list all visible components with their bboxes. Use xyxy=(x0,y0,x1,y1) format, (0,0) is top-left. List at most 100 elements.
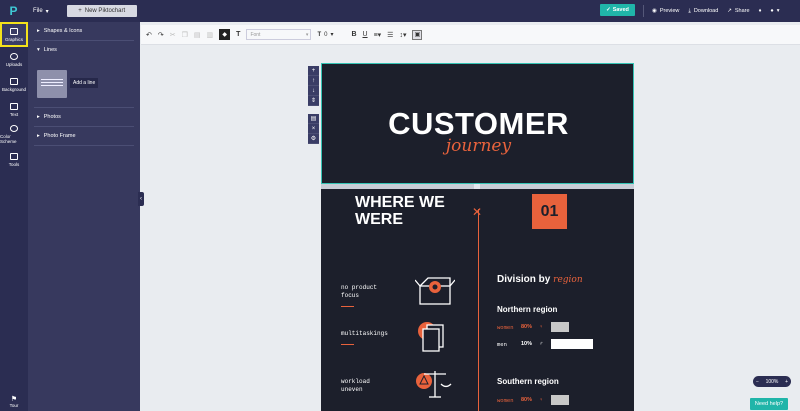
female-icon: ♀ xyxy=(539,397,544,403)
panel-section-photo-frame[interactable]: ▸ Photo Frame xyxy=(28,127,140,145)
file-menu[interactable]: File ▾ xyxy=(33,8,49,15)
move-down-button[interactable]: ↓ xyxy=(308,86,319,96)
text-icon xyxy=(10,102,18,110)
division-heading[interactable]: Division by region xyxy=(497,274,583,285)
chevron-down-icon: ▾ xyxy=(37,47,40,53)
block-settings-button[interactable]: ⚙ xyxy=(308,134,319,144)
rail-item-color-scheme[interactable]: Color Scheme xyxy=(0,122,28,147)
stat-row[interactable]: women 80% ♀ xyxy=(497,322,611,332)
list-item[interactable]: multitaskings xyxy=(341,330,388,338)
piktochart-logo-icon[interactable]: P xyxy=(0,0,27,22)
number-badge[interactable]: 01 xyxy=(532,194,567,229)
chevron-down-icon: ▾ xyxy=(776,8,780,14)
stat-row[interactable]: men 10% ♂ xyxy=(497,339,611,349)
division-title: Division by xyxy=(497,274,551,285)
chevron-right-icon: ▸ xyxy=(37,28,40,34)
stat-label: women xyxy=(497,396,514,404)
arrow-down-icon: ↓ xyxy=(312,87,315,94)
undo-button[interactable]: ↶ xyxy=(146,31,152,39)
gear-icon: ⚙ xyxy=(310,136,317,142)
rail-item-label: Graphics xyxy=(4,36,23,42)
need-help-button[interactable]: Need help? xyxy=(750,398,788,410)
paste-button[interactable]: ▤ xyxy=(194,31,201,39)
rail-item-graphics[interactable]: Graphics xyxy=(0,22,28,47)
add-block-button[interactable]: + xyxy=(308,66,319,76)
panel-section-label: Lines xyxy=(43,47,57,53)
rail-item-label: Uploads xyxy=(5,61,23,67)
list-item[interactable]: workload uneven xyxy=(341,378,370,394)
rail-item-tools[interactable]: Tools xyxy=(0,147,28,172)
delete-button[interactable]: ▥ xyxy=(207,31,214,39)
color-picker-button[interactable]: ◆ xyxy=(219,29,231,40)
font-select-value: Font xyxy=(250,31,261,38)
zoom-control[interactable]: − 100% + xyxy=(753,376,791,387)
lock-aspect-button[interactable]: ▣ xyxy=(412,29,423,40)
new-piktochart-button[interactable]: + New Piktochart xyxy=(66,5,137,17)
rail-item-text[interactable]: Text xyxy=(0,97,28,122)
undo-icon: ↶ xyxy=(146,31,152,39)
list-item-dash xyxy=(341,306,354,307)
rail-item-background[interactable]: Background xyxy=(0,72,28,97)
left-rail: Graphics Uploads Background Text Color S… xyxy=(0,22,28,411)
download-button[interactable]: ⤓ Download xyxy=(688,8,718,15)
panel-section-label: Photo Frame xyxy=(43,133,76,139)
list-item[interactable]: no product focus xyxy=(341,284,377,300)
saved-button[interactable]: ✓ Saved xyxy=(600,4,635,16)
stat-percent: 80% xyxy=(521,397,533,403)
tooltip: Add a line xyxy=(70,78,99,88)
rail-item-label: Tools xyxy=(8,161,20,167)
zoom-out-button[interactable]: − xyxy=(756,379,759,385)
list-item-line-1: workload xyxy=(341,378,370,385)
stat-row[interactable]: women 80% ♀ xyxy=(497,395,611,405)
paint-bucket-icon: ◆ xyxy=(222,32,227,38)
panel-section-label: Shapes & Icons xyxy=(43,28,83,34)
divider xyxy=(643,5,644,17)
redo-icon: ↷ xyxy=(157,31,164,39)
collapse-panel-button[interactable]: ‹ xyxy=(138,192,144,206)
scale-icon xyxy=(416,371,452,398)
graphics-panel: ▸ Shapes & Icons ▾ Lines Add a line ▸ Ph… xyxy=(28,22,140,411)
text-style-button[interactable]: T xyxy=(236,31,240,38)
move-up-button[interactable]: ↑ xyxy=(308,76,319,86)
list-button[interactable]: ☰ xyxy=(387,31,393,39)
delete-block-button[interactable]: × xyxy=(308,124,319,134)
close-icon: × xyxy=(311,125,316,132)
stat-bar xyxy=(551,339,593,349)
account-menu[interactable]: ● ▾ xyxy=(770,8,779,14)
rail-item-tour[interactable]: ⚑ Tour xyxy=(0,395,28,408)
notification-button[interactable]: ♦ xyxy=(759,8,762,14)
southern-region-heading[interactable]: Southern region xyxy=(497,377,559,386)
line-spacing-button[interactable]: ↕▾ xyxy=(399,31,406,39)
panel-section-lines[interactable]: ▾ Lines xyxy=(28,41,140,59)
preview-label: Preview xyxy=(659,8,680,14)
align-button[interactable]: ≡▾ xyxy=(374,31,382,39)
toolbox-icon xyxy=(10,152,18,160)
panel-section-photos[interactable]: ▸ Photos xyxy=(28,108,140,126)
infographic-subtitle[interactable]: journey xyxy=(322,136,635,156)
duplicate-icon: ▤ xyxy=(310,116,317,122)
duplicate-block-button[interactable]: ▤ xyxy=(308,114,319,124)
section-heading[interactable]: WHERE WE WERE xyxy=(355,194,445,228)
flag-icon: ⚑ xyxy=(10,396,18,403)
bold-button[interactable]: B xyxy=(351,31,356,38)
share-button[interactable]: ↗ Share xyxy=(727,8,749,14)
copy-button[interactable]: ❐ xyxy=(182,31,188,39)
northern-region-heading[interactable]: Northern region xyxy=(497,305,557,314)
header-block[interactable]: CUSTOMER journey xyxy=(321,63,634,184)
underline-button[interactable]: U xyxy=(363,31,368,38)
font-select[interactable]: Font ▾ xyxy=(246,29,312,40)
cut-button[interactable]: ✂ xyxy=(170,31,176,39)
rail-item-uploads[interactable]: Uploads xyxy=(0,47,28,72)
line-thumbnail[interactable] xyxy=(37,70,67,98)
redo-button[interactable]: ↷ xyxy=(158,31,164,39)
preview-button[interactable]: ◉ Preview xyxy=(652,8,679,14)
list-item-line-1: no product xyxy=(341,284,378,291)
list-item-line-2: uneven xyxy=(341,386,363,393)
resize-block-button[interactable]: ⇕ xyxy=(308,96,319,106)
infographic-canvas[interactable]: CUSTOMER journey WHERE WE WERE 01 ✕ no p… xyxy=(321,63,634,411)
zoom-in-button[interactable]: + xyxy=(785,379,788,385)
underline-label: U xyxy=(362,31,368,38)
panel-section-shapes-icons[interactable]: ▸ Shapes & Icons xyxy=(28,22,140,40)
font-size-select[interactable]: T 0 ▾ xyxy=(317,31,345,39)
align-icon: ≡▾ xyxy=(373,31,382,39)
